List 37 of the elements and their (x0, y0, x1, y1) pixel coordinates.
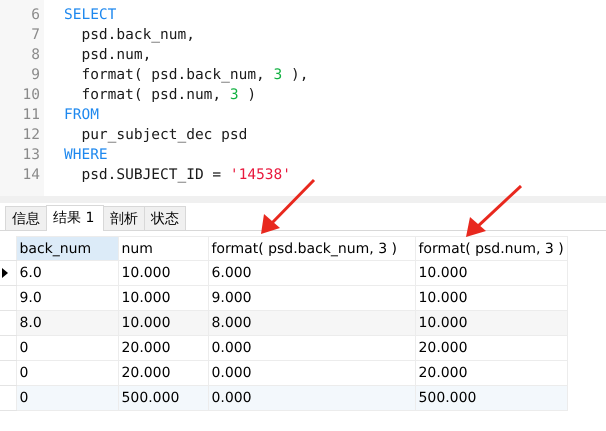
table-cell: 500.000 (415, 386, 568, 410)
table-cell: 0.000 (208, 386, 415, 410)
column-header[interactable]: format( psd.num, 3 ) (415, 236, 568, 260)
code-line: format( psd.back_num, 3 ), (80, 67, 308, 83)
table-cell: 10.000 (415, 310, 568, 336)
row-selector[interactable] (0, 260, 16, 286)
annotation-arrow (466, 184, 522, 237)
code-line: pur_subject_dec psd (80, 127, 248, 143)
code-line: psd.SUBJECT_ID = '14538' (80, 167, 291, 183)
code-line: SELECT (64, 7, 116, 23)
table-cell: 6.0 (16, 260, 118, 286)
code-line: psd.num, (80, 47, 152, 63)
code-line: format( psd.num, 3 ) (80, 87, 256, 103)
table-cell: 8.000 (208, 310, 415, 336)
table-cell: 10.000 (415, 260, 568, 286)
tab[interactable]: 信息 (5, 206, 47, 230)
annotation-arrow (261, 178, 316, 234)
code-line: FROM (64, 107, 99, 123)
code-line: psd.back_num, (80, 27, 195, 43)
table-cell: 20.000 (118, 336, 208, 360)
column-header[interactable]: format( psd.back_num, 3 ) (208, 236, 415, 260)
column-header[interactable]: back_num (16, 236, 118, 260)
tab[interactable]: 结果 1 (46, 205, 104, 231)
table-cell: 0.000 (208, 336, 415, 360)
table-cell: 6.000 (208, 260, 415, 286)
table-cell: 0 (16, 336, 118, 360)
table-cell: 500.000 (118, 386, 208, 410)
tab[interactable]: 剖析 (103, 206, 145, 230)
table-cell: 20.000 (415, 336, 568, 360)
code-line: WHERE (64, 147, 108, 163)
tab[interactable]: 状态 (144, 206, 186, 230)
table-cell: 0 (16, 386, 118, 410)
table-cell: 10.000 (118, 310, 208, 336)
row-pointer-icon (2, 268, 8, 278)
table-cell: 8.0 (16, 310, 118, 336)
table-cell: 10.000 (118, 260, 208, 286)
column-header[interactable]: num (118, 236, 208, 260)
